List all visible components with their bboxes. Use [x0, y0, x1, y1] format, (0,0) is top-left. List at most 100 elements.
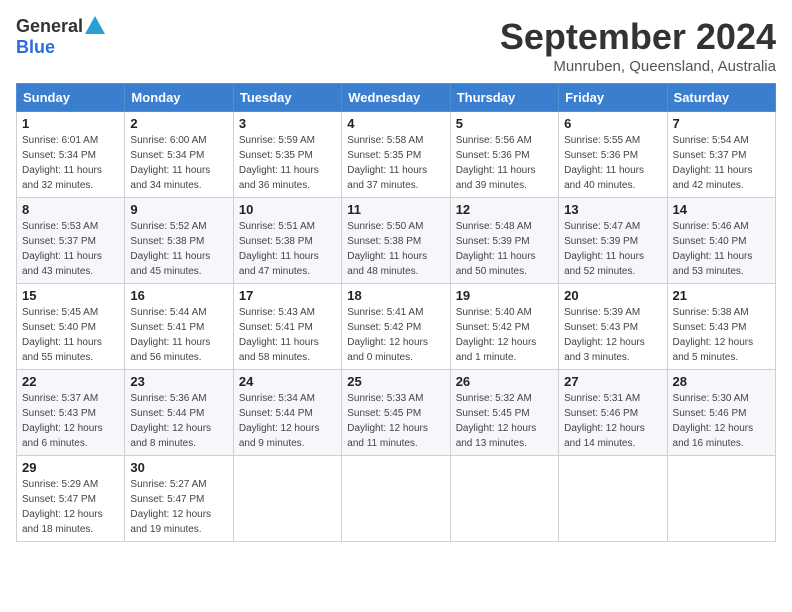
- calendar-day-18: 18 Sunrise: 5:41 AMSunset: 5:42 PMDayligh…: [342, 284, 450, 370]
- day-number: 2: [130, 116, 227, 131]
- day-info: Sunrise: 5:37 AMSunset: 5:43 PMDaylight:…: [22, 391, 119, 451]
- calendar-day-24: 24 Sunrise: 5:34 AMSunset: 5:44 PMDayligh…: [233, 370, 341, 456]
- day-info: Sunrise: 5:53 AMSunset: 5:37 PMDaylight:…: [22, 219, 119, 279]
- day-info: Sunrise: 5:33 AMSunset: 5:45 PMDaylight:…: [347, 391, 444, 451]
- weekday-header-row: SundayMondayTuesdayWednesdayThursdayFrid…: [17, 84, 776, 112]
- calendar-week-5: 29Sunrise: 5:29 AMSunset: 5:47 PMDayligh…: [17, 456, 776, 542]
- title-section: September 2024 Munruben, Queensland, Aus…: [500, 16, 776, 75]
- calendar-day-22: 22 Sunrise: 5:37 AMSunset: 5:43 PMDayligh…: [17, 370, 125, 456]
- day-number: 15: [22, 288, 119, 303]
- calendar-day-10: 10 Sunrise: 5:51 AMSunset: 5:38 PMDayligh…: [233, 198, 341, 284]
- day-number: 25: [347, 374, 444, 389]
- day-number: 23: [130, 374, 227, 389]
- weekday-header-friday: Friday: [559, 84, 667, 112]
- calendar-day-4: 4 Sunrise: 5:58 AMSunset: 5:35 PMDaylight…: [342, 112, 450, 198]
- day-number: 6: [564, 116, 661, 131]
- calendar-day-8: 8 Sunrise: 5:53 AMSunset: 5:37 PMDaylight…: [17, 198, 125, 284]
- calendar-week-2: 8 Sunrise: 5:53 AMSunset: 5:37 PMDaylight…: [17, 198, 776, 284]
- calendar-day-26: 26Sunrise: 5:32 AMSunset: 5:45 PMDayligh…: [450, 370, 558, 456]
- day-number: 22: [22, 374, 119, 389]
- day-info: Sunrise: 5:59 AMSunset: 5:35 PMDaylight:…: [239, 133, 336, 193]
- weekday-header-sunday: Sunday: [17, 84, 125, 112]
- calendar-week-1: 1 Sunrise: 6:01 AMSunset: 5:34 PMDaylight…: [17, 112, 776, 198]
- day-info: Sunrise: 5:56 AMSunset: 5:36 PMDaylight:…: [456, 133, 553, 193]
- day-number: 4: [347, 116, 444, 131]
- day-number: 1: [22, 116, 119, 131]
- day-info: Sunrise: 5:29 AMSunset: 5:47 PMDaylight:…: [22, 477, 119, 537]
- calendar-day-20: 20 Sunrise: 5:39 AMSunset: 5:43 PMDayligh…: [559, 284, 667, 370]
- day-info: Sunrise: 5:47 AMSunset: 5:39 PMDaylight:…: [564, 219, 661, 279]
- day-info: Sunrise: 5:54 AMSunset: 5:37 PMDaylight:…: [673, 133, 770, 193]
- day-info: Sunrise: 5:39 AMSunset: 5:43 PMDaylight:…: [564, 305, 661, 365]
- page-header: General Blue September 2024 Munruben, Qu…: [16, 16, 776, 75]
- day-number: 8: [22, 202, 119, 217]
- calendar-day-23: 23 Sunrise: 5:36 AMSunset: 5:44 PMDayligh…: [125, 370, 233, 456]
- day-info: Sunrise: 5:41 AMSunset: 5:42 PMDaylight:…: [347, 305, 444, 365]
- weekday-header-monday: Monday: [125, 84, 233, 112]
- day-info: Sunrise: 5:50 AMSunset: 5:38 PMDaylight:…: [347, 219, 444, 279]
- day-number: 18: [347, 288, 444, 303]
- day-number: 12: [456, 202, 553, 217]
- empty-cell: [667, 456, 775, 542]
- day-info: Sunrise: 5:52 AMSunset: 5:38 PMDaylight:…: [130, 219, 227, 279]
- day-number: 9: [130, 202, 227, 217]
- day-number: 11: [347, 202, 444, 217]
- day-info: Sunrise: 5:58 AMSunset: 5:35 PMDaylight:…: [347, 133, 444, 193]
- day-number: 10: [239, 202, 336, 217]
- day-number: 17: [239, 288, 336, 303]
- calendar-day-12: 12 Sunrise: 5:48 AMSunset: 5:39 PMDayligh…: [450, 198, 558, 284]
- day-number: 16: [130, 288, 227, 303]
- day-info: Sunrise: 5:34 AMSunset: 5:44 PMDaylight:…: [239, 391, 336, 451]
- calendar-day-28: 28Sunrise: 5:30 AMSunset: 5:46 PMDayligh…: [667, 370, 775, 456]
- weekday-header-saturday: Saturday: [667, 84, 775, 112]
- weekday-header-thursday: Thursday: [450, 84, 558, 112]
- calendar-day-30: 30Sunrise: 5:27 AMSunset: 5:47 PMDayligh…: [125, 456, 233, 542]
- weekday-header-tuesday: Tuesday: [233, 84, 341, 112]
- weekday-header-wednesday: Wednesday: [342, 84, 450, 112]
- empty-cell: [233, 456, 341, 542]
- day-info: Sunrise: 5:51 AMSunset: 5:38 PMDaylight:…: [239, 219, 336, 279]
- calendar-day-21: 21Sunrise: 5:38 AMSunset: 5:43 PMDayligh…: [667, 284, 775, 370]
- day-info: Sunrise: 5:48 AMSunset: 5:39 PMDaylight:…: [456, 219, 553, 279]
- day-info: Sunrise: 5:45 AMSunset: 5:40 PMDaylight:…: [22, 305, 119, 365]
- calendar-day-17: 17Sunrise: 5:43 AMSunset: 5:41 PMDayligh…: [233, 284, 341, 370]
- calendar-day-16: 16 Sunrise: 5:44 AMSunset: 5:41 PMDayligh…: [125, 284, 233, 370]
- day-info: Sunrise: 5:55 AMSunset: 5:36 PMDaylight:…: [564, 133, 661, 193]
- day-info: Sunrise: 6:01 AMSunset: 5:34 PMDaylight:…: [22, 133, 119, 193]
- day-number: 13: [564, 202, 661, 217]
- day-number: 27: [564, 374, 661, 389]
- calendar-day-19: 19 Sunrise: 5:40 AMSunset: 5:42 PMDayligh…: [450, 284, 558, 370]
- day-info: Sunrise: 5:27 AMSunset: 5:47 PMDaylight:…: [130, 477, 227, 537]
- calendar-day-13: 13 Sunrise: 5:47 AMSunset: 5:39 PMDayligh…: [559, 198, 667, 284]
- empty-cell: [559, 456, 667, 542]
- calendar-table: SundayMondayTuesdayWednesdayThursdayFrid…: [16, 83, 776, 542]
- calendar-week-4: 22 Sunrise: 5:37 AMSunset: 5:43 PMDayligh…: [17, 370, 776, 456]
- calendar-week-3: 15 Sunrise: 5:45 AMSunset: 5:40 PMDayligh…: [17, 284, 776, 370]
- day-info: Sunrise: 5:44 AMSunset: 5:41 PMDaylight:…: [130, 305, 227, 365]
- calendar-title: September 2024: [500, 16, 776, 58]
- day-number: 3: [239, 116, 336, 131]
- day-number: 24: [239, 374, 336, 389]
- empty-cell: [450, 456, 558, 542]
- calendar-day-5: 5Sunrise: 5:56 AMSunset: 5:36 PMDaylight…: [450, 112, 558, 198]
- day-info: Sunrise: 5:36 AMSunset: 5:44 PMDaylight:…: [130, 391, 227, 451]
- day-number: 19: [456, 288, 553, 303]
- calendar-day-25: 25 Sunrise: 5:33 AMSunset: 5:45 PMDayligh…: [342, 370, 450, 456]
- calendar-day-1: 1 Sunrise: 6:01 AMSunset: 5:34 PMDaylight…: [17, 112, 125, 198]
- calendar-day-7: 7 Sunrise: 5:54 AMSunset: 5:37 PMDaylight…: [667, 112, 775, 198]
- logo-general-text: General: [16, 16, 83, 37]
- calendar-day-2: 2Sunrise: 6:00 AMSunset: 5:34 PMDaylight…: [125, 112, 233, 198]
- calendar-day-9: 9 Sunrise: 5:52 AMSunset: 5:38 PMDaylight…: [125, 198, 233, 284]
- calendar-location: Munruben, Queensland, Australia: [500, 58, 776, 75]
- day-info: Sunrise: 5:40 AMSunset: 5:42 PMDaylight:…: [456, 305, 553, 365]
- logo-blue-text: Blue: [16, 37, 55, 58]
- day-number: 7: [673, 116, 770, 131]
- day-info: Sunrise: 5:30 AMSunset: 5:46 PMDaylight:…: [673, 391, 770, 451]
- calendar-day-14: 14Sunrise: 5:46 AMSunset: 5:40 PMDayligh…: [667, 198, 775, 284]
- calendar-day-27: 27Sunrise: 5:31 AMSunset: 5:46 PMDayligh…: [559, 370, 667, 456]
- calendar-day-3: 3 Sunrise: 5:59 AMSunset: 5:35 PMDaylight…: [233, 112, 341, 198]
- day-info: Sunrise: 5:32 AMSunset: 5:45 PMDaylight:…: [456, 391, 553, 451]
- day-number: 20: [564, 288, 661, 303]
- day-info: Sunrise: 5:38 AMSunset: 5:43 PMDaylight:…: [673, 305, 770, 365]
- calendar-day-15: 15 Sunrise: 5:45 AMSunset: 5:40 PMDayligh…: [17, 284, 125, 370]
